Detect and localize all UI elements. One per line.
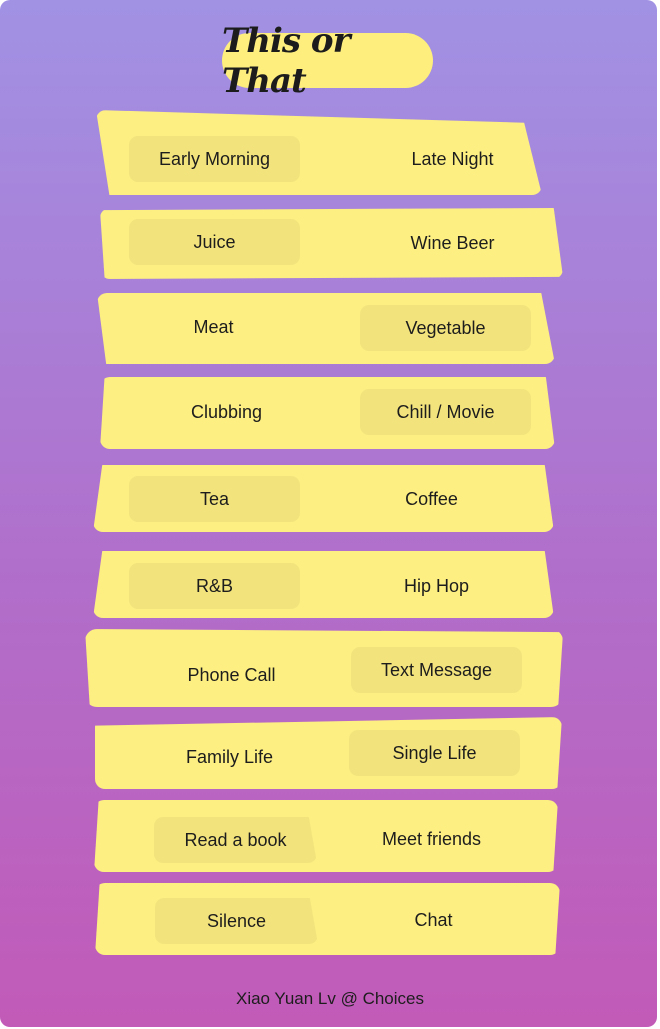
option-right[interactable]: Chill / Movie	[360, 389, 531, 435]
choices-card: This or That Early Morning Late Night Ju…	[0, 0, 657, 1027]
option-right[interactable]: Meet friends	[346, 816, 517, 862]
option-right[interactable]: Late Night	[367, 136, 538, 182]
option-left[interactable]: Meat	[128, 304, 299, 350]
option-left[interactable]: Read a book	[154, 817, 317, 863]
option-right[interactable]: Text Message	[351, 647, 522, 693]
option-right[interactable]: Hip Hop	[351, 563, 522, 609]
option-left[interactable]: Juice	[129, 219, 300, 265]
page-title: This or That	[222, 20, 351, 101]
option-right[interactable]: Coffee	[346, 476, 517, 522]
footer-credit: Xiao Yuan Lv @ Choices	[235, 989, 424, 1008]
option-right[interactable]: Single Life	[349, 730, 520, 776]
option-right[interactable]: Wine Beer	[367, 220, 538, 266]
option-left[interactable]: Tea	[129, 476, 300, 522]
option-left[interactable]: Phone Call	[146, 652, 317, 698]
option-left[interactable]: R&B	[129, 563, 300, 609]
title-pill: This or That	[222, 21, 433, 101]
option-right[interactable]: Chat	[348, 897, 519, 943]
option-left[interactable]: Silence	[155, 898, 318, 944]
option-left[interactable]: Clubbing	[141, 389, 312, 435]
option-left[interactable]: Early Morning	[129, 136, 300, 182]
option-left[interactable]: Family Life	[144, 734, 315, 780]
option-right[interactable]: Vegetable	[360, 305, 531, 351]
